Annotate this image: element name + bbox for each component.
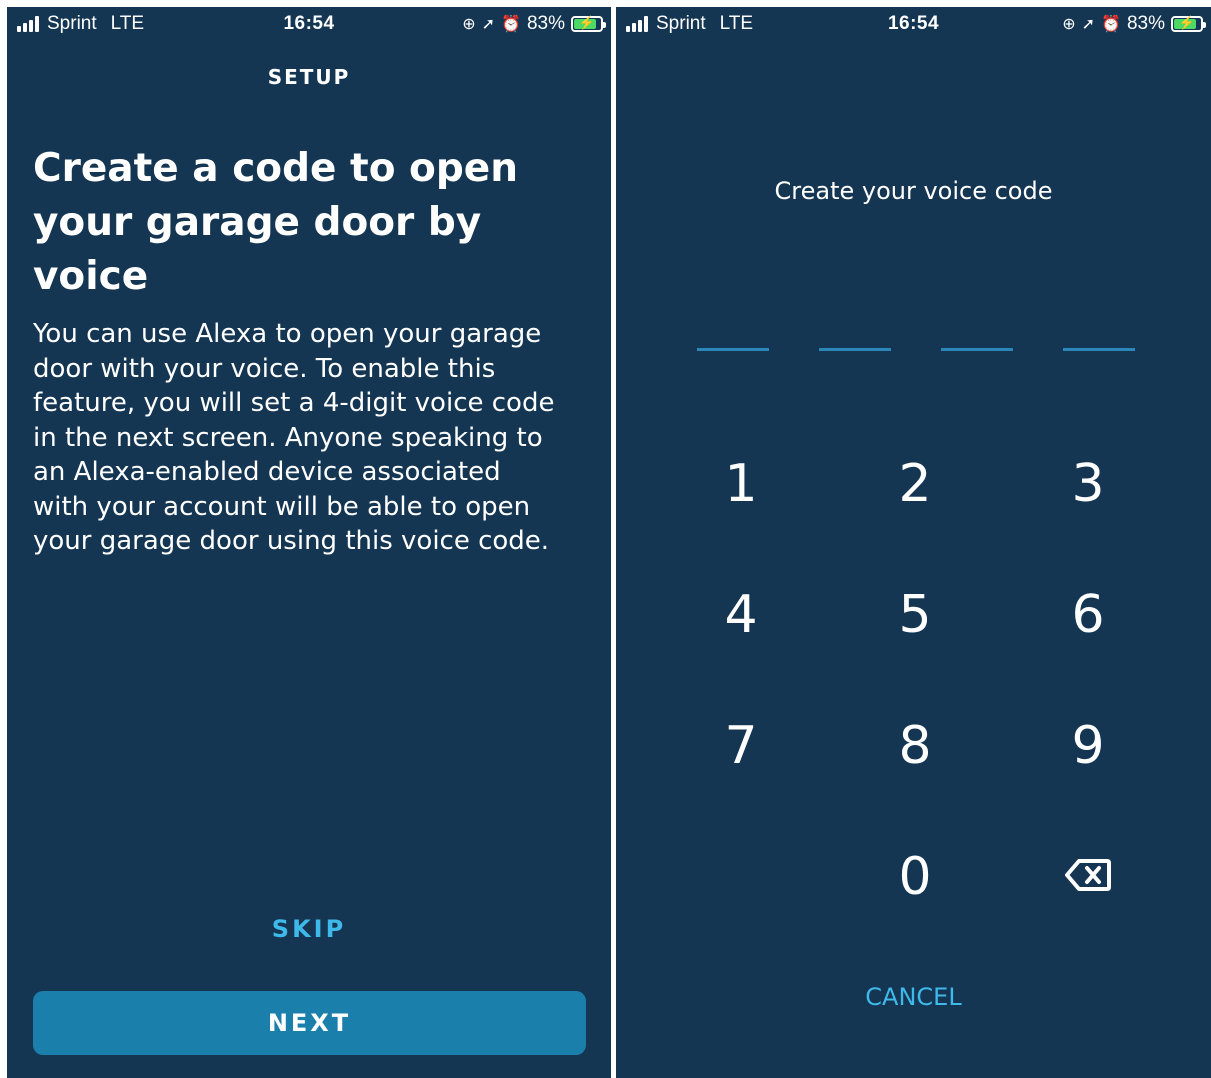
status-bar: Sprint LTE 16:54 ⊕ ➚ ⏰ 83% ⚡ <box>616 7 1211 41</box>
key-3[interactable]: 3 <box>1028 439 1148 529</box>
next-button-label: NEXT <box>267 1009 352 1037</box>
key-1[interactable]: 1 <box>681 439 801 529</box>
orientation-lock-icon: ⊕ <box>1062 16 1076 33</box>
nav-title: SETUP <box>267 65 351 89</box>
code-slots <box>616 348 1211 352</box>
key-2[interactable]: 2 <box>855 439 975 529</box>
code-slot <box>941 348 1013 351</box>
status-bar: Sprint LTE 16:54 ⊕ ➚ ⏰ 83% ⚡ <box>7 7 611 41</box>
voice-code-screen: Sprint LTE 16:54 ⊕ ➚ ⏰ 83% ⚡ Create your… <box>616 7 1211 1078</box>
skip-button[interactable]: SKIP <box>7 915 611 943</box>
backspace-icon[interactable] <box>1028 830 1148 920</box>
cancel-button[interactable]: CANCEL <box>616 983 1211 1011</box>
key-4[interactable]: 4 <box>681 570 801 660</box>
code-slot <box>697 348 769 351</box>
key-5[interactable]: 5 <box>855 570 975 660</box>
battery-percent: 83% <box>1126 13 1165 34</box>
battery-percent: 83% <box>526 13 565 34</box>
battery-charging-icon: ⚡ <box>1171 15 1206 32</box>
description-text: You can use Alexa to open your garage do… <box>33 319 555 556</box>
key-9[interactable]: 9 <box>1028 701 1148 791</box>
code-slot <box>1063 348 1135 351</box>
key-6[interactable]: 6 <box>1028 570 1148 660</box>
location-icon: ➚ <box>481 16 496 33</box>
alarm-icon: ⏰ <box>501 16 521 33</box>
next-button[interactable]: NEXT <box>33 991 586 1055</box>
battery-charging-icon: ⚡ <box>571 15 606 32</box>
code-slot <box>819 348 891 351</box>
key-0[interactable]: 0 <box>855 832 975 922</box>
alarm-icon: ⏰ <box>1101 16 1121 33</box>
key-8[interactable]: 8 <box>855 701 975 791</box>
location-icon: ➚ <box>1081 16 1096 33</box>
voice-code-prompt: Create your voice code <box>774 177 1053 205</box>
orientation-lock-icon: ⊕ <box>462 16 476 33</box>
page-title: Create a code to open your garage door b… <box>33 146 518 299</box>
key-7[interactable]: 7 <box>681 701 801 791</box>
setup-screen: Sprint LTE 16:54 ⊕ ➚ ⏰ 83% ⚡ SETUP Creat… <box>7 7 611 1078</box>
